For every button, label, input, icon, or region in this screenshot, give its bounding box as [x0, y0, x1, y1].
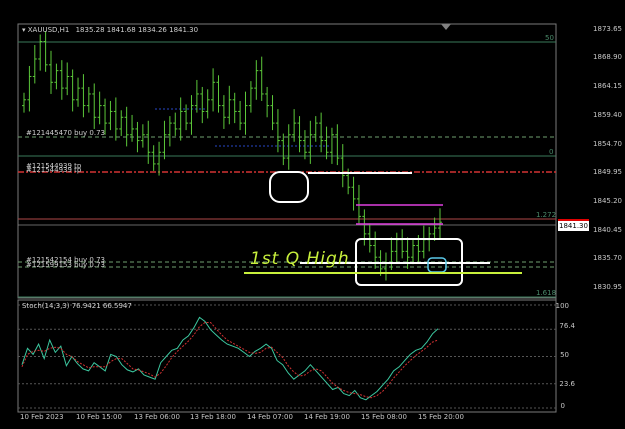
ohlc-values: 1835.28 1841.68 1834.26 1841.30: [75, 26, 199, 34]
time-label-7: 15 Feb 08:00: [361, 413, 407, 421]
chart-header: ▾ XAUUSD,H1 1835.28 1841.68 1834.26 1841…: [22, 26, 198, 35]
price-label-6: 1849.95: [593, 168, 622, 176]
time-label-4: 13 Feb 18:00: [190, 413, 236, 421]
trading-chart-window: ▾ XAUUSD,H1 1835.28 1841.68 1834.26 1841…: [0, 0, 625, 429]
chart-shift-marker-icon[interactable]: [441, 24, 451, 30]
fib-label-upper: 1.272: [536, 211, 557, 219]
stoch-level-0: 0: [560, 402, 565, 410]
stoch-levels-group: [18, 304, 556, 409]
stoch-indicator-label: Stoch(14,3,3) 76.9421 66.5947: [22, 302, 132, 310]
stoch-level-100: 100: [555, 302, 569, 310]
price-label-3: 1864.15: [593, 82, 622, 90]
stoch-level-236: 23.6: [559, 380, 575, 388]
price-chart-svg[interactable]: [0, 0, 625, 429]
time-label-3: 13 Feb 06:00: [134, 413, 180, 421]
current-price-tag: 1841.30: [558, 221, 589, 231]
stoch-level-50: 50: [560, 351, 569, 359]
stoch-level-764: 76.4: [559, 322, 575, 330]
time-label-1: 10 Feb 2023: [20, 413, 64, 421]
fib-label-top: 50: [545, 34, 554, 42]
price-label-10: 1830.95: [593, 283, 622, 291]
order-label-buy-lower-b[interactable]: #121599153 buy 0.73: [26, 261, 105, 270]
fib-label-mid: 0: [549, 148, 554, 156]
order-label-tp-b[interactable]: #121544939 tp: [26, 166, 81, 175]
order-label-buy-upper[interactable]: #121445470 buy 0.73: [26, 129, 105, 138]
time-label-8: 15 Feb 20:00: [418, 413, 464, 421]
time-label-5: 14 Feb 07:00: [247, 413, 293, 421]
price-label-7: 1845.20: [593, 197, 622, 205]
price-label-1: 1873.65: [593, 25, 622, 33]
time-label-2: 10 Feb 15:00: [76, 413, 122, 421]
annotation-small-box[interactable]: [427, 257, 447, 273]
time-label-6: 14 Feb 19:00: [304, 413, 350, 421]
price-label-9: 1835.70: [593, 254, 622, 262]
stoch-signal-line: [21, 322, 439, 399]
fib-label-lower: 1.618: [536, 289, 557, 297]
price-label-5: 1854.70: [593, 140, 622, 148]
price-label-2: 1868.90: [593, 53, 622, 61]
symbol-label[interactable]: XAUUSD,H1: [28, 26, 70, 34]
price-label-8: 1840.45: [593, 226, 622, 234]
price-label-4: 1859.40: [593, 111, 622, 119]
symbol-dropdown-icon[interactable]: ▾: [22, 26, 26, 34]
annotation-box-left[interactable]: [269, 171, 309, 203]
handwritten-annotation: 1st Q High: [250, 249, 350, 269]
